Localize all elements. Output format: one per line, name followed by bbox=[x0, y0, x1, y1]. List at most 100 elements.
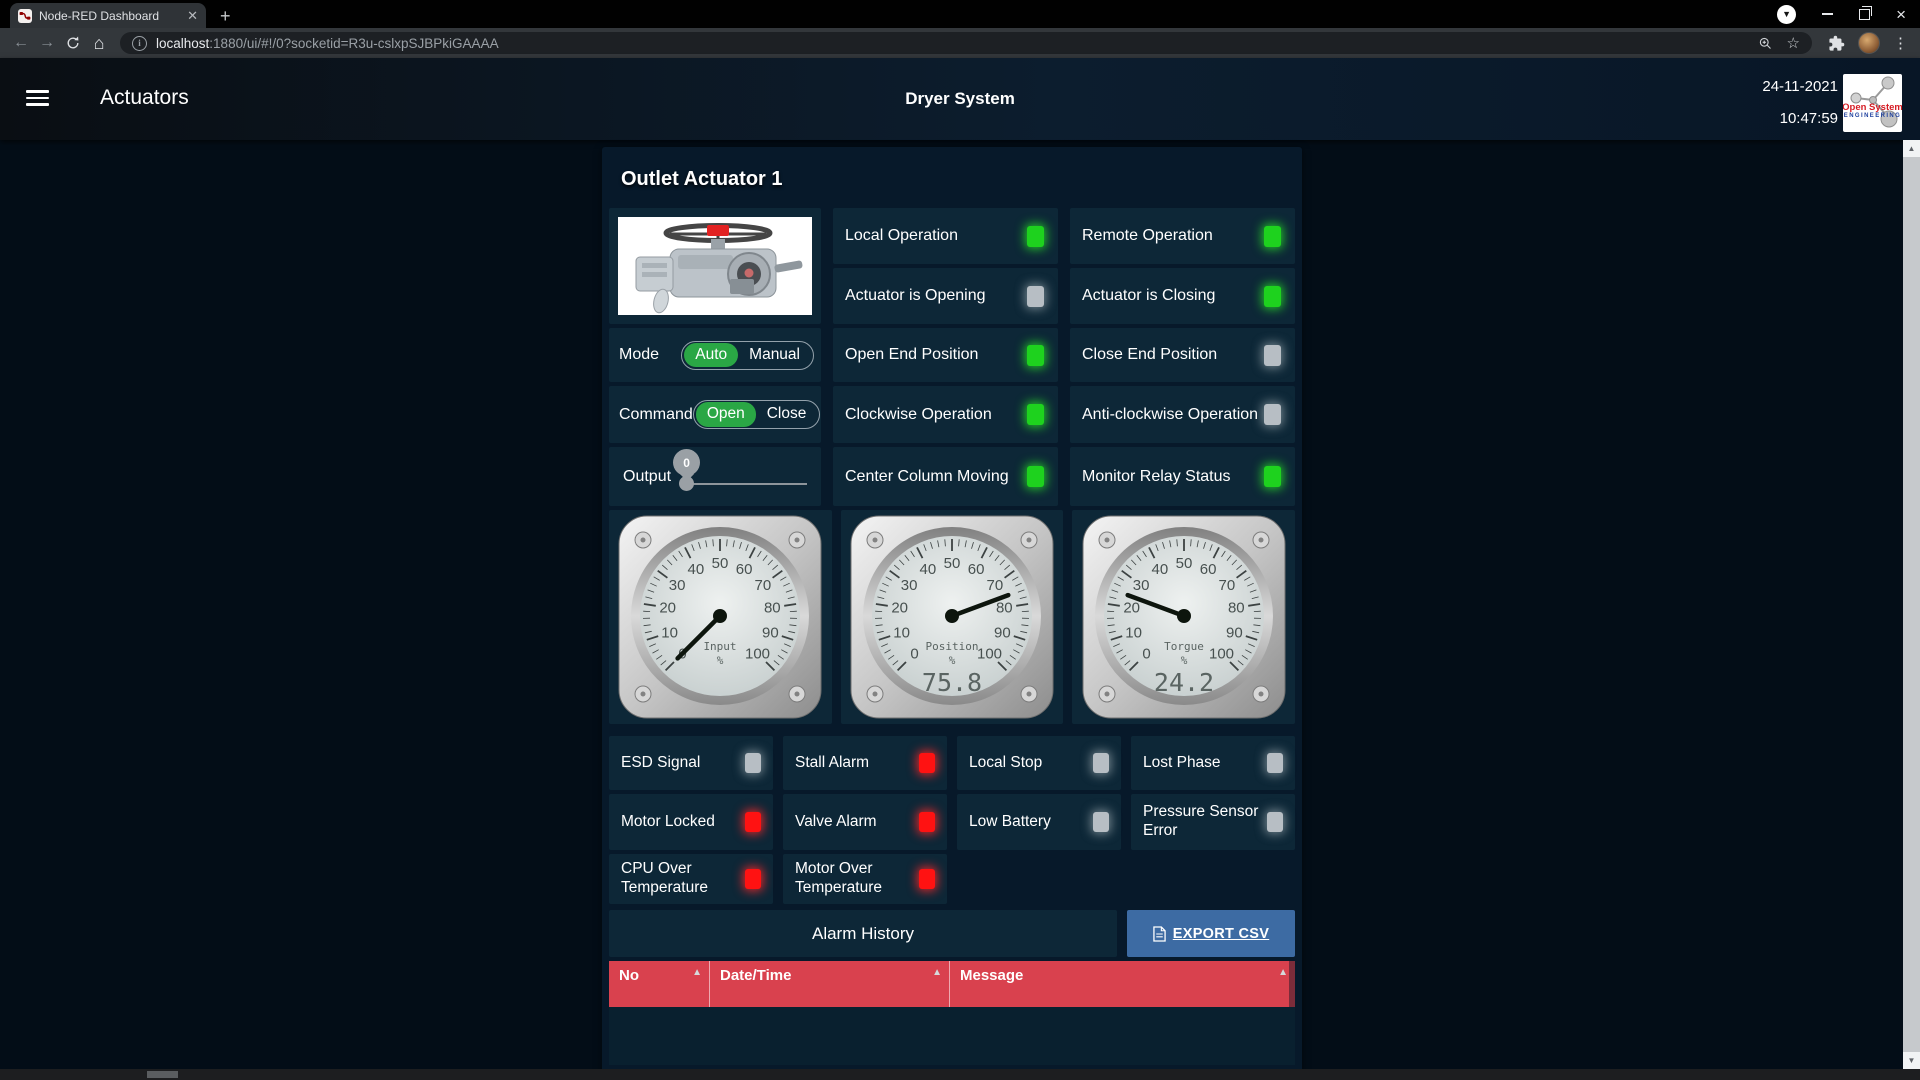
scroll-up-arrow[interactable]: ▲ bbox=[1903, 140, 1920, 157]
svg-text:50: 50 bbox=[1175, 555, 1192, 572]
browser-toolbar: ← → ⌂ i localhost:1880/ui/#!/0?socketid=… bbox=[0, 28, 1920, 58]
status-label: Actuator is Opening bbox=[833, 286, 1027, 305]
svg-text:Position: Position bbox=[926, 640, 979, 653]
document-icon bbox=[1153, 926, 1166, 942]
zoom-icon[interactable] bbox=[1758, 36, 1773, 51]
alarm-led bbox=[745, 753, 761, 773]
back-icon[interactable]: ← bbox=[8, 30, 34, 56]
logo-line1: Open System bbox=[1843, 102, 1902, 113]
forward-icon[interactable]: → bbox=[34, 30, 60, 56]
export-csv-button[interactable]: EXPORT CSV bbox=[1127, 910, 1295, 957]
scroll-down-arrow[interactable]: ▼ bbox=[1903, 1052, 1920, 1069]
svg-text:30: 30 bbox=[1132, 577, 1149, 594]
window-minimize-button[interactable] bbox=[1822, 13, 1833, 15]
reload-icon[interactable] bbox=[60, 30, 86, 56]
tab-close-icon[interactable]: ✕ bbox=[187, 9, 198, 22]
output-label: Output bbox=[609, 468, 671, 486]
status-tile: Actuator is Closing bbox=[1070, 268, 1295, 324]
url-bar[interactable]: i localhost:1880/ui/#!/0?socketid=R3u-cs… bbox=[120, 32, 1812, 54]
command-option-open[interactable]: Open bbox=[696, 402, 756, 426]
svg-text:100: 100 bbox=[745, 646, 770, 663]
alarm-label: Stall Alarm bbox=[783, 754, 919, 773]
mode-option-manual[interactable]: Manual bbox=[738, 343, 811, 367]
status-led bbox=[1264, 404, 1281, 425]
command-option-close[interactable]: Close bbox=[756, 402, 818, 426]
new-tab-button[interactable]: + bbox=[220, 7, 231, 25]
panel-title: Outlet Actuator 1 bbox=[609, 147, 1295, 208]
status-label: Remote Operation bbox=[1070, 226, 1264, 245]
alarm-led bbox=[745, 812, 761, 832]
bookmark-star-icon[interactable]: ☆ bbox=[1787, 34, 1800, 52]
header-time: 10:47:59 bbox=[1780, 110, 1838, 127]
alarm-label: Low Battery bbox=[957, 813, 1093, 832]
sort-arrow-icon[interactable]: ▲ bbox=[1278, 967, 1288, 978]
status-tile: Clockwise Operation bbox=[833, 386, 1058, 443]
status-label: Open End Position bbox=[833, 345, 1027, 364]
gauge-tile-torgue: 0102030405060708090100Torgue%24.2 bbox=[1072, 510, 1295, 724]
sort-arrow-icon[interactable]: ▲ bbox=[932, 967, 942, 978]
command-toggle: Open Close bbox=[693, 400, 821, 429]
alarm-label: Valve Alarm bbox=[783, 813, 919, 832]
svg-text:50: 50 bbox=[712, 555, 729, 572]
svg-text:0: 0 bbox=[1142, 646, 1150, 663]
svg-text:24.2: 24.2 bbox=[1154, 668, 1214, 697]
status-tile: Actuator is Opening bbox=[833, 268, 1058, 324]
alarm-tile: Pressure Sensor Error bbox=[1131, 794, 1295, 850]
alarm-history-table: No▲Date/Time▲Message▲ bbox=[609, 961, 1295, 1065]
dashboard-header: Actuators Dryer System 24-11-2021 10:47:… bbox=[0, 58, 1920, 140]
output-control: Output 0 bbox=[609, 447, 821, 506]
svg-text:10: 10 bbox=[662, 624, 679, 641]
status-led bbox=[1264, 226, 1281, 247]
profile-avatar[interactable] bbox=[1858, 32, 1880, 54]
status-tile: Local Operation bbox=[833, 208, 1058, 264]
svg-text:70: 70 bbox=[1218, 577, 1235, 594]
alarm-tile: CPU Over Temperature bbox=[609, 854, 773, 904]
app-title: Dryer System bbox=[0, 89, 1920, 109]
vertical-scrollbar[interactable]: ▲ ▼ bbox=[1903, 140, 1920, 1069]
site-info-icon[interactable]: i bbox=[132, 36, 147, 51]
horizontal-scrollbar[interactable] bbox=[0, 1069, 1920, 1080]
alarm-led bbox=[919, 869, 935, 889]
status-led bbox=[1264, 286, 1281, 307]
status-label: Actuator is Closing bbox=[1070, 286, 1264, 305]
svg-text:90: 90 bbox=[994, 624, 1011, 641]
svg-text:10: 10 bbox=[893, 624, 910, 641]
alarm-led bbox=[1267, 812, 1283, 832]
actuator-image bbox=[609, 208, 821, 324]
status-label: Monitor Relay Status bbox=[1070, 467, 1264, 486]
svg-text:%: % bbox=[949, 654, 956, 667]
outlet-actuator-panel: Outlet Actuator 1 bbox=[602, 147, 1302, 1080]
gauge-position: 0102030405060708090100Position%75.8 bbox=[848, 513, 1056, 721]
svg-text:40: 40 bbox=[1151, 561, 1168, 578]
column-header-message[interactable]: Message▲ bbox=[949, 961, 1295, 1007]
svg-text:Input: Input bbox=[704, 640, 737, 653]
mode-option-auto[interactable]: Auto bbox=[684, 343, 738, 367]
status-tile: Anti-clockwise Operation bbox=[1070, 386, 1295, 443]
logo-line2: ENGINEERING bbox=[1844, 113, 1901, 119]
svg-text:30: 30 bbox=[669, 577, 686, 594]
alarm-label: Lost Phase bbox=[1131, 754, 1267, 773]
window-restore-button[interactable] bbox=[1859, 9, 1870, 20]
output-slider[interactable]: 0 bbox=[671, 447, 813, 506]
vertical-scrollbar-thumb[interactable] bbox=[1903, 157, 1920, 1052]
browser-menu-icon[interactable]: ⋮ bbox=[1893, 34, 1908, 52]
sort-arrow-icon[interactable]: ▲ bbox=[692, 967, 702, 978]
gauge-tile-position: 0102030405060708090100Position%75.8 bbox=[841, 510, 1064, 724]
browser-tab[interactable]: Node-RED Dashboard ✕ bbox=[10, 3, 206, 28]
svg-text:70: 70 bbox=[755, 577, 772, 594]
home-icon[interactable]: ⌂ bbox=[86, 30, 112, 56]
svg-text:60: 60 bbox=[1199, 561, 1216, 578]
window-close-button[interactable]: × bbox=[1896, 6, 1906, 23]
alarm-label: Motor Over Temperature bbox=[783, 860, 919, 897]
slider-track[interactable] bbox=[687, 483, 807, 485]
svg-text:10: 10 bbox=[1125, 624, 1142, 641]
alarm-led bbox=[1093, 812, 1109, 832]
column-header-date-time[interactable]: Date/Time▲ bbox=[709, 961, 949, 1007]
column-header-no[interactable]: No▲ bbox=[609, 961, 709, 1007]
horizontal-scrollbar-thumb[interactable] bbox=[147, 1071, 178, 1078]
extensions-puzzle-icon[interactable] bbox=[1828, 35, 1845, 52]
alarm-tile: Local Stop bbox=[957, 736, 1121, 790]
media-control-button[interactable]: ▼ bbox=[1777, 5, 1796, 24]
svg-text:80: 80 bbox=[764, 600, 781, 617]
alarm-led bbox=[919, 753, 935, 773]
